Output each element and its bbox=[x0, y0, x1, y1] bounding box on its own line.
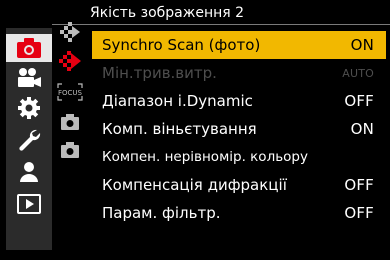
menu-item-value: ON bbox=[350, 120, 374, 138]
wrench-icon bbox=[17, 128, 41, 152]
menu-item-synchro-scan[interactable]: Synchro Scan (фото) ON bbox=[92, 31, 386, 59]
menu-item-label: Діапазон і.Dynamic bbox=[102, 92, 253, 110]
menu-item-label: Мін.трив.витр. bbox=[102, 64, 217, 82]
menu-item-label: Компенсація дифракції bbox=[102, 176, 287, 194]
category-custom[interactable] bbox=[6, 94, 52, 122]
focus-icon: FOCUS bbox=[57, 83, 83, 105]
person-icon bbox=[18, 161, 40, 183]
title-divider bbox=[52, 24, 390, 25]
menu-item-value: OFF bbox=[344, 176, 374, 194]
menu-item-min-shutter: Мін.трив.витр. AUTO bbox=[92, 59, 386, 87]
camera-sub-icon-2 bbox=[60, 141, 80, 163]
category-playback[interactable] bbox=[6, 190, 52, 218]
menu-item-value: ON bbox=[350, 36, 374, 54]
menu-item-color-shading-comp[interactable]: Компен. нерівномір. кольору bbox=[92, 143, 386, 171]
subtab-column: FOCUS bbox=[52, 20, 88, 170]
menu-item-filter-settings[interactable]: Парам. фільтр. OFF bbox=[92, 199, 386, 227]
menu-item-value: OFF bbox=[344, 92, 374, 110]
category-setup[interactable] bbox=[6, 126, 52, 154]
subtab-camera-1[interactable] bbox=[52, 110, 88, 138]
menu-item-label: Комп. віньєтування bbox=[102, 120, 257, 138]
menu-item-label: Парам. фільтр. bbox=[102, 204, 221, 222]
image-quality-2-icon bbox=[57, 50, 83, 76]
playback-icon bbox=[17, 194, 41, 214]
menu-item-vignetting-comp[interactable]: Комп. віньєтування ON bbox=[92, 115, 386, 143]
menu-item-label: Synchro Scan (фото) bbox=[102, 36, 261, 54]
subtab-image-quality-2[interactable] bbox=[52, 49, 88, 77]
gear-icon bbox=[17, 96, 41, 120]
category-video[interactable] bbox=[6, 64, 52, 92]
page-title: Якість зображення 2 bbox=[90, 5, 245, 21]
camera-sub-icon-1 bbox=[60, 113, 80, 135]
subtab-image-quality-1[interactable] bbox=[52, 20, 88, 48]
menu-item-i-dynamic-range[interactable]: Діапазон і.Dynamic OFF bbox=[92, 87, 386, 115]
menu-item-value: OFF bbox=[344, 204, 374, 222]
menu-item-diffraction-comp[interactable]: Компенсація дифракції OFF bbox=[92, 171, 386, 199]
category-sidebar bbox=[6, 28, 52, 250]
subtab-camera-2[interactable] bbox=[52, 138, 88, 166]
camera-menu-screen: Якість зображення 2 FOCUS Synchro Scan (… bbox=[0, 0, 390, 260]
category-photo[interactable] bbox=[6, 34, 52, 62]
category-my-menu[interactable] bbox=[6, 158, 52, 186]
svg-text:FOCUS: FOCUS bbox=[58, 89, 83, 97]
camera-icon bbox=[16, 37, 42, 59]
menu-item-value: AUTO bbox=[342, 66, 374, 80]
video-camera-icon bbox=[16, 67, 42, 89]
subtab-focus[interactable]: FOCUS bbox=[52, 80, 88, 108]
image-quality-1-icon bbox=[58, 22, 82, 46]
menu-item-label: Компен. нерівномір. кольору bbox=[102, 149, 308, 165]
